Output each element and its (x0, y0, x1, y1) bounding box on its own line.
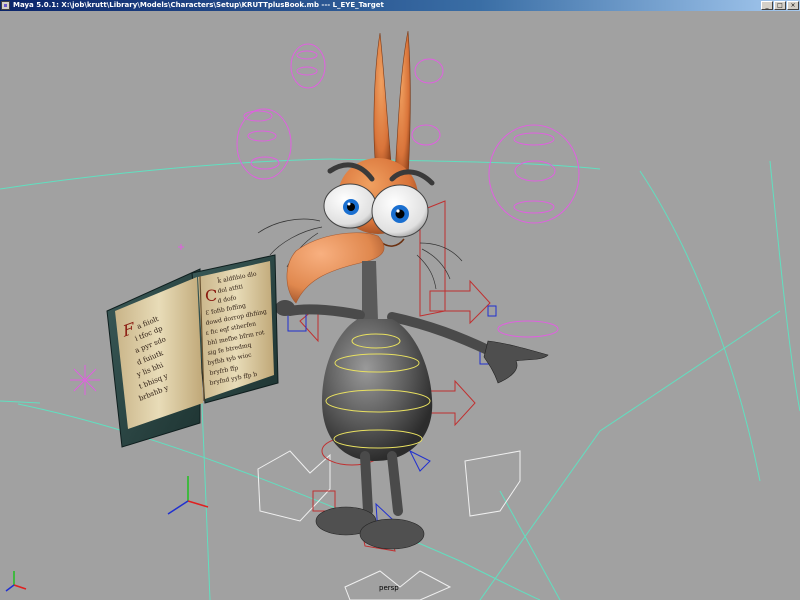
maya-app-icon[interactable] (1, 1, 10, 10)
book-prop[interactable] (106, 254, 279, 448)
scene-canvas[interactable]: F a fiiolt i tfoc dp a pyr sdo d fuiutk … (0, 11, 800, 600)
window-title: Maya 5.0.1: X:\job\krutt\Library\Models\… (13, 1, 384, 9)
maximize-button[interactable]: □ (774, 1, 786, 10)
close-button[interactable]: × (787, 1, 799, 10)
camera-label: persp (379, 584, 399, 592)
view-axis-icon (5, 476, 209, 592)
minimize-button[interactable]: _ (761, 1, 773, 10)
title-bar[interactable]: Maya 5.0.1: X:\job\krutt\Library\Models\… (0, 0, 800, 11)
maya-window: Maya 5.0.1: X:\job\krutt\Library\Models\… (0, 0, 800, 600)
window-controls: _ □ × (761, 1, 799, 10)
character-krutt[interactable] (257, 30, 549, 550)
perspective-viewport[interactable]: F a fiiolt i tfoc dp a pyr sdo d fuiutk … (0, 11, 800, 600)
right-page-initial: C (205, 286, 217, 305)
